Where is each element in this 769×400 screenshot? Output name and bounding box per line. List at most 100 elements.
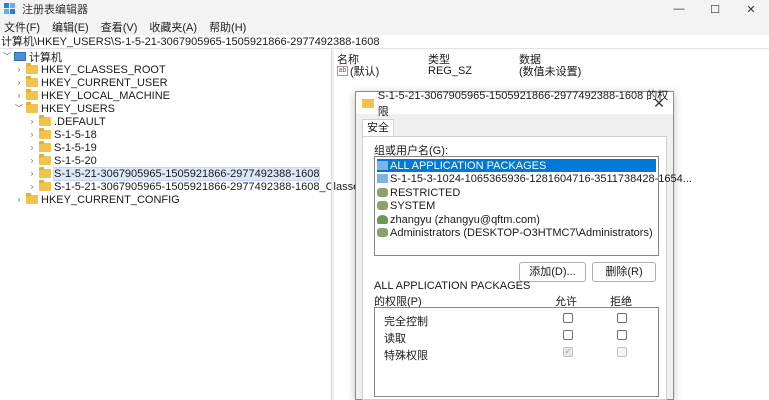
permissions-for-label: ALL APPLICATION PACKAGES [374,280,531,292]
folder-icon [39,167,51,178]
value-name: (默认) [350,65,380,78]
tree-node-computer[interactable]: ﹀ 计算机 [2,50,62,64]
title-bar: 注册表编辑器 — ☐ ✕ [0,0,769,18]
chevron-right-icon[interactable]: › [27,143,37,152]
folder-icon [39,154,51,165]
computer-icon [14,52,26,61]
registry-app-icon [4,3,16,15]
chevron-right-icon[interactable]: › [14,78,24,87]
tab-security[interactable]: 安全 [362,119,394,137]
tree-label: HKEY_USERS [41,102,115,115]
tree-label: HKEY_CURRENT_USER [41,76,168,89]
user-item[interactable]: zhangyu (zhangyu@qftm.com) [377,213,540,226]
allow-full-control-checkbox[interactable] [563,313,573,323]
group-icon [377,188,388,197]
menu-view[interactable]: 查看(V) [101,19,138,35]
tree-node-user-sid[interactable]: › S-1-5-21-3067905965-1505921866-2977492… [27,166,321,181]
permission-name: 特殊权限 [384,350,428,362]
window-title: 注册表编辑器 [22,4,88,16]
string-value-icon: ab [337,65,348,76]
value-row[interactable]: ab (默认) [337,64,380,78]
value-type-cell: REG_SZ [428,64,472,77]
chevron-right-icon[interactable]: › [14,65,24,74]
value-data: (数值未设置) [519,65,582,78]
menu-help[interactable]: 帮助(H) [209,19,246,35]
tree-label: .DEFAULT [54,115,106,128]
app-packages-icon [377,161,388,170]
folder-icon [39,141,51,152]
value-data-cell: (数值未设置) [519,64,582,78]
app-packages-icon [377,174,388,183]
permissions-dialog: S-1-5-21-3067905965-1505921866-297749238… [355,90,692,400]
permission-name: 读取 [384,333,406,345]
security-panel: 组或用户名(G): ALL APPLICATION PACKAGES S-1-1… [362,136,692,400]
dialog-title-bar: S-1-5-21-3067905965-1505921866-297749238… [356,90,673,118]
tree-node-hkcr[interactable]: › HKEY_CLASSES_ROOT [14,63,166,76]
user-name: RESTRICTED [390,186,461,199]
user-item[interactable]: ALL APPLICATION PACKAGES [377,159,656,172]
tree-node-hklm[interactable]: › HKEY_LOCAL_MACHINE [14,89,170,102]
close-button[interactable]: ✕ [733,0,769,18]
folder-icon [26,63,38,74]
chevron-right-icon[interactable]: › [27,117,37,126]
tree-node-s-1-5-18[interactable]: › S-1-5-18 [27,128,97,141]
group-icon [377,201,388,210]
address-bar[interactable]: 计算机\HKEY_USERS\S-1-5-21-3067905965-15059… [0,35,769,49]
chevron-right-icon[interactable]: › [27,156,37,165]
users-listbox[interactable]: ALL APPLICATION PACKAGES S-1-15-3-1024-1… [374,156,692,256]
user-name: zhangyu (zhangyu@qftm.com) [390,213,540,226]
dialog-close-button[interactable]: ✕ [651,94,667,112]
chevron-right-icon[interactable]: › [14,91,24,100]
minimize-button[interactable]: — [661,0,697,18]
user-icon [377,215,388,224]
tree-label: S-1-5-18 [54,128,97,141]
tree-label: HKEY_CURRENT_CONFIG [41,193,180,206]
allow-read-checkbox[interactable] [563,330,573,340]
user-name: ALL APPLICATION PACKAGES [390,159,547,172]
tree-node-hkcc[interactable]: › HKEY_CURRENT_CONFIG [14,193,180,206]
deny-read-checkbox[interactable] [617,330,627,340]
chevron-right-icon[interactable]: › [27,169,37,178]
tree-node-s-1-5-19[interactable]: › S-1-5-19 [27,141,97,154]
chevron-down-icon[interactable]: ﹀ [2,51,12,62]
tree-node-hkcu[interactable]: › HKEY_CURRENT_USER [14,76,168,89]
user-name: SYSTEM [390,199,436,212]
tree-node-s-1-5-20[interactable]: › S-1-5-20 [27,154,97,167]
tree-label: S-1-5-21-3067905965-1505921866-297749238… [54,180,365,193]
chevron-right-icon[interactable]: › [27,130,37,139]
add-button[interactable]: 添加(D)... [519,262,586,282]
remove-button[interactable]: 删除(R) [592,262,656,282]
value-type: REG_SZ [428,64,473,77]
group-icon [377,228,388,237]
folder-icon [39,180,51,191]
user-item[interactable]: Administrators (DESKTOP-O3HTMC7\Administ… [377,226,653,239]
user-item[interactable]: RESTRICTED [377,186,460,199]
tree-label: HKEY_CLASSES_ROOT [41,63,166,76]
tree-label: S-1-5-19 [54,141,97,154]
maximize-button[interactable]: ☐ [697,0,733,18]
deny-full-control-checkbox[interactable] [617,313,627,323]
chevron-right-icon[interactable]: › [27,182,37,191]
tree-label: HKEY_LOCAL_MACHINE [41,89,170,102]
tree-node-user-sid-classes[interactable]: › S-1-5-21-3067905965-1505921866-2977492… [27,180,365,193]
tree-node-default[interactable]: › .DEFAULT [27,115,106,128]
folder-icon [362,98,374,108]
menu-file[interactable]: 文件(F) [4,19,40,35]
menu-edit[interactable]: 编辑(E) [52,19,89,35]
chevron-down-icon[interactable]: ﹀ [14,103,24,114]
user-item[interactable]: SYSTEM [377,199,435,212]
registry-tree[interactable]: ﹀ 计算机 › HKEY_CLASSES_ROOT › HKEY_CURRENT… [0,49,365,400]
menu-favorites[interactable]: 收藏夹(A) [149,19,197,35]
folder-icon [26,89,38,100]
user-name: Administrators (DESKTOP-O3HTMC7\Administ… [390,226,653,239]
chevron-right-icon[interactable]: › [14,195,24,204]
user-name: S-1-15-3-1024-1065365936-1281604716-3511… [390,172,692,185]
folder-icon [26,193,38,204]
permission-name: 完全控制 [384,316,428,328]
tree-node-hku[interactable]: ﹀ HKEY_USERS [14,102,115,115]
permissions-listbox: 完全控制 读取 特殊权限 ✓ [374,307,659,397]
folder-icon [39,128,51,139]
folder-icon [39,115,51,126]
user-item[interactable]: S-1-15-3-1024-1065365936-1281604716-3511… [377,172,692,185]
dialog-title: S-1-5-21-3067905965-1505921866-297749238… [377,90,669,118]
